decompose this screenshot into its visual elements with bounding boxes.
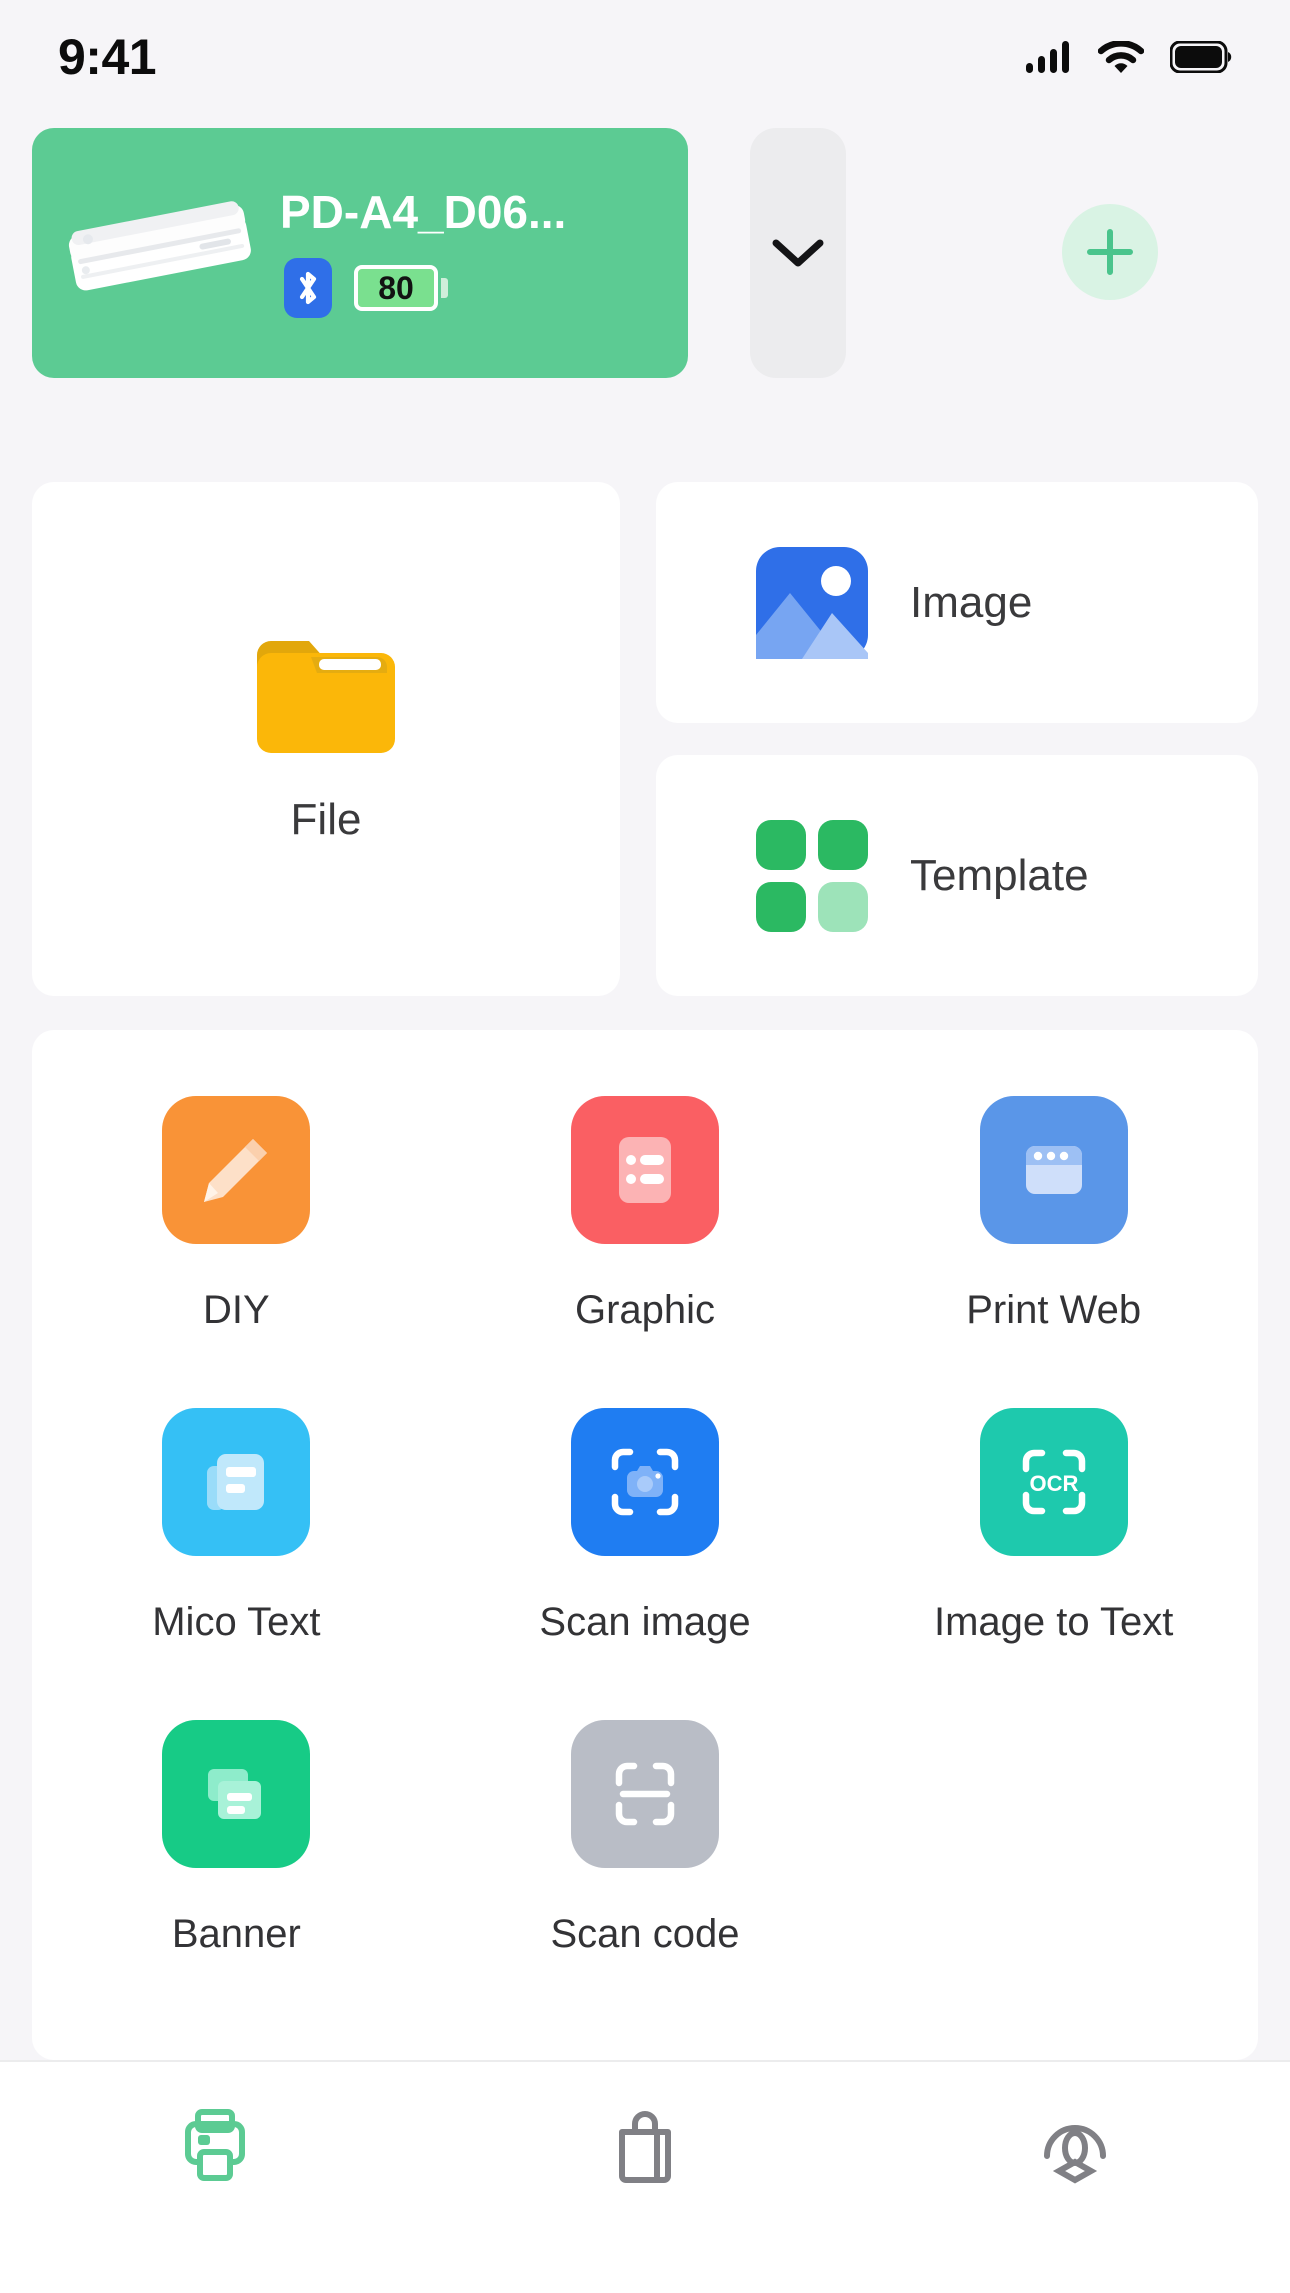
tool-graphic[interactable]: Graphic — [441, 1096, 850, 1408]
device-meta: PD-A4_D06... 80 — [280, 185, 567, 319]
tool-grid: DIY Graphic Print Web Mico Text Scan ima… — [32, 1030, 1258, 2060]
chevron-down-icon — [772, 239, 824, 267]
svg-text:OCR: OCR — [1029, 1471, 1078, 1496]
shortcut-file[interactable]: File — [32, 482, 620, 996]
plus-icon — [1087, 229, 1133, 275]
shortcut-image-label: Image — [910, 577, 1033, 627]
bottom-tab-bar — [0, 2060, 1290, 2293]
tool-banner-label: Banner — [171, 1912, 301, 1956]
browser-window-icon — [979, 1096, 1128, 1244]
tool-image-to-text[interactable]: OCR Image to Text — [849, 1408, 1258, 1720]
pencil-icon — [162, 1096, 311, 1244]
connected-device-card[interactable]: PD-A4_D06... 80 — [32, 128, 688, 378]
device-row: PD-A4_D06... 80 — [0, 128, 1290, 390]
tool-row: Banner Scan code — [32, 1720, 1258, 2032]
shortcut-template-label: Template — [910, 850, 1089, 900]
device-battery-level: 80 — [378, 270, 414, 307]
printer-icon — [185, 2109, 245, 2181]
tab-account[interactable] — [860, 2104, 1290, 2186]
tool-scan-image[interactable]: Scan image — [441, 1408, 850, 1720]
scan-code-icon — [571, 1720, 719, 1868]
tab-print[interactable] — [0, 2104, 430, 2186]
shortcut-file-label: File — [290, 795, 362, 844]
tool-row: Mico Text Scan image OCR Image to Text — [32, 1408, 1258, 1720]
tool-diy[interactable]: DIY — [32, 1096, 441, 1408]
tool-image-to-text-label: Image to Text — [933, 1600, 1174, 1644]
tool-print-web[interactable]: Print Web — [849, 1096, 1258, 1408]
status-bar: 9:41 — [0, 0, 1290, 100]
tool-scan-code[interactable]: Scan code — [441, 1720, 850, 2032]
battery-full-icon — [1170, 41, 1232, 73]
device-status-row: 80 — [280, 258, 448, 319]
shortcut-template[interactable]: Template — [656, 755, 1258, 996]
shortcut-image[interactable]: Image — [656, 482, 1258, 723]
status-time: 9:41 — [58, 29, 157, 85]
folder-icon — [257, 641, 395, 753]
app-screen: 9:41 PD-A4_D06... 80 File Image Template… — [0, 0, 1290, 2293]
grid-four-icon — [756, 819, 868, 932]
tool-diy-label: DIY — [202, 1288, 270, 1332]
banner-cards-icon — [162, 1720, 311, 1868]
tool-scan-image-label: Scan image — [539, 1600, 751, 1644]
tool-mico-text[interactable]: Mico Text — [32, 1408, 441, 1720]
tool-graphic-label: Graphic — [574, 1288, 716, 1332]
user-account-icon — [1044, 2125, 1106, 2184]
bluetooth-icon — [284, 258, 332, 319]
device-list-expand-button[interactable] — [750, 128, 846, 378]
list-card-icon — [571, 1096, 719, 1244]
ocr-scan-icon: OCR — [979, 1408, 1128, 1556]
document-icon — [162, 1408, 311, 1556]
device-name: PD-A4_D06... — [280, 185, 567, 238]
scan-camera-icon — [571, 1408, 719, 1556]
tool-scan-code-label: Scan code — [550, 1912, 740, 1956]
tool-banner[interactable]: Banner — [32, 1720, 441, 2032]
shopping-bag-icon — [619, 2111, 671, 2183]
tool-print-web-label: Print Web — [966, 1288, 1142, 1332]
picture-icon — [756, 546, 868, 659]
tab-shop[interactable] — [430, 2104, 860, 2186]
add-device-button[interactable] — [1062, 204, 1158, 300]
wifi-icon — [1098, 40, 1144, 73]
printer-device-image — [68, 201, 251, 291]
tool-row: DIY Graphic Print Web — [32, 1096, 1258, 1408]
shortcut-cards: File Image Template — [0, 482, 1290, 996]
signal-bars-icon — [1026, 41, 1069, 73]
device-battery-badge: 80 — [354, 265, 448, 312]
tool-mico-text-label: Mico Text — [152, 1600, 321, 1644]
battery-cap — [441, 278, 448, 299]
status-icons — [1026, 40, 1232, 74]
